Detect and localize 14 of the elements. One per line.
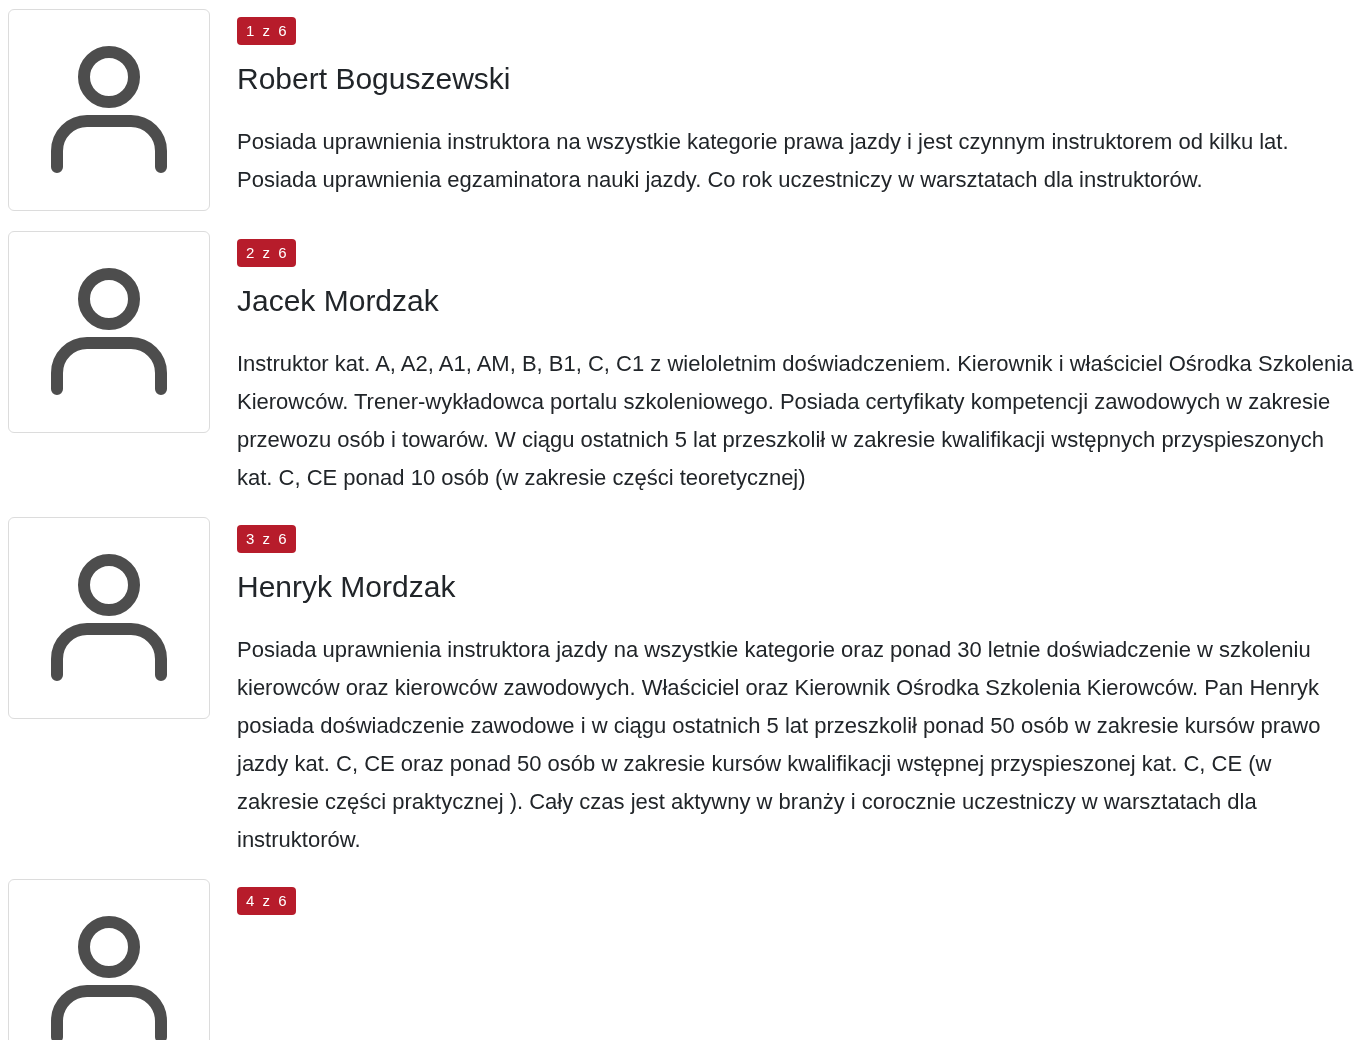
counter-badge: 1 z 6 <box>237 17 296 45</box>
counter-badge: 4 z 6 <box>237 887 296 915</box>
instructor-name: Robert Boguszewski <box>237 61 512 97</box>
user-silhouette-icon <box>51 267 167 397</box>
counter-badge: 3 z 6 <box>237 525 296 553</box>
instructor-name: Henryk Mordzak <box>237 569 457 605</box>
user-silhouette-icon <box>51 553 167 683</box>
instructor-bio: Instruktor kat. A, A2, A1, AM, B, B1, C, C1 z wieloletnim doświadczeniem. Kierownik i właściciel Ośrodka Szkolenia Kierowców. Trener-wykładowca portalu szkoleniowego. Posiada certyfikaty kompetencji zawodowych w zakresie przewozu osób i towarów. W ciągu ostatnich 5 lat przeszkolił w zakresie kwalifikacji wstępnych przyspieszonych kat. C, CE ponad 10 osób (w zakresie części teoretycznej) <box>237 350 1355 492</box>
instructor-name: Jacek Mordzak <box>237 283 440 319</box>
instructor-bio: Posiada uprawnienia instruktora na wszystkie kategorie prawa jazdy i jest czynnym instruktorem od kilku lat. Posiada uprawnienia egzaminatora nauki jazdy. Co rok uczestniczy w warsztatach dla instruktorów. <box>237 128 1290 194</box>
instructor-bio: Posiada uprawnienia instruktora jazdy na wszystkie kategorie oraz ponad 30 letnie doświadczenie w szkoleniu kierowców oraz kierowców zawodowych. Właściciel oraz Kierownik Ośrodka Szkolenia Kierowców. Pan Henryk posiada doświadczenie zawodowe i w ciągu ostatnich 5 lat przeszkolił ponad 50 osób w zakresie kursów prawo jazdy kat. C, CE oraz ponad 50 osób w zakresie kursów kwalifikacji wstępnej przyspieszonej kat. C, CE (w zakresie części praktycznej ). Cały czas jest aktywny w branży i corocznie uczestniczy w warsztatach dla instruktorów. <box>237 636 1322 854</box>
user-silhouette-icon <box>51 45 167 175</box>
user-silhouette-icon <box>51 915 167 1040</box>
counter-badge: 2 z 6 <box>237 239 296 267</box>
